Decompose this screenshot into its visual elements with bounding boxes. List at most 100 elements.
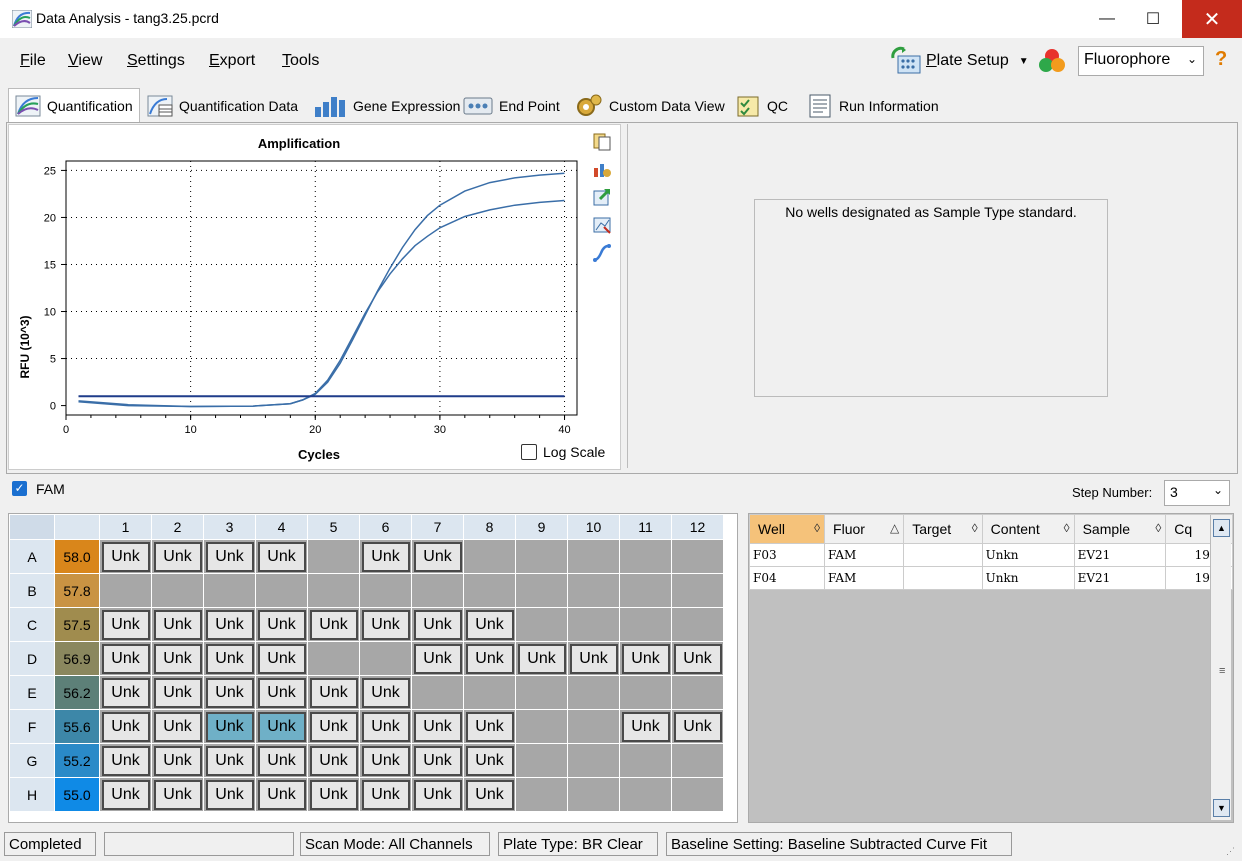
plate-well[interactable]: Unk bbox=[255, 539, 308, 574]
plate-well[interactable]: Unk bbox=[307, 607, 360, 642]
plate-well[interactable] bbox=[411, 675, 464, 710]
plate-well[interactable]: Unk bbox=[255, 675, 308, 710]
curve-icon[interactable] bbox=[592, 243, 612, 263]
plate-well[interactable]: Unk bbox=[151, 743, 204, 778]
plate-well[interactable]: Unk bbox=[151, 777, 204, 812]
plate-well[interactable]: Unk bbox=[411, 777, 464, 812]
plate-well[interactable]: Unk bbox=[411, 709, 464, 744]
menu-view[interactable]: View bbox=[68, 52, 102, 70]
plate-well[interactable]: Unk bbox=[99, 607, 152, 642]
plate-well[interactable] bbox=[307, 573, 360, 608]
plate-well[interactable]: Unk bbox=[151, 709, 204, 744]
plate-well[interactable]: Unk bbox=[99, 539, 152, 574]
plate-well[interactable]: Unk bbox=[203, 709, 256, 744]
sort-icon[interactable]: ◊ bbox=[972, 521, 978, 535]
plate-well[interactable] bbox=[307, 539, 360, 574]
plate-well[interactable]: Unk bbox=[255, 607, 308, 642]
zoom-chart-icon[interactable] bbox=[592, 215, 612, 235]
plate-well[interactable]: Unk bbox=[671, 709, 724, 744]
plate-well[interactable]: Unk bbox=[411, 641, 464, 676]
tab-quantification[interactable]: Quantification bbox=[8, 88, 140, 123]
tab-qc[interactable]: QC bbox=[728, 88, 795, 123]
plate-col-header[interactable]: 10 bbox=[567, 514, 620, 540]
plate-well[interactable]: Unk bbox=[99, 641, 152, 676]
export-chart-icon[interactable] bbox=[592, 187, 612, 207]
amplification-chart[interactable]: Amplification Cycles RFU (10^3) 0 10 20 30 4… bbox=[9, 125, 620, 469]
scroll-grip-icon[interactable]: ≡ bbox=[1219, 665, 1225, 677]
column-header-sample[interactable]: Sample ◊ bbox=[1073, 514, 1167, 544]
plate-well[interactable]: Unk bbox=[255, 777, 308, 812]
plate-well[interactable]: Unk bbox=[359, 777, 412, 812]
plate-well[interactable]: Unk bbox=[151, 675, 204, 710]
menu-file[interactable]: File bbox=[20, 52, 46, 70]
plate-well[interactable]: Unk bbox=[99, 709, 152, 744]
plate-well[interactable] bbox=[463, 675, 516, 710]
plate-col-header[interactable]: 2 bbox=[151, 514, 204, 540]
plate-well[interactable] bbox=[515, 573, 568, 608]
plate-well[interactable] bbox=[515, 743, 568, 778]
plate-well[interactable]: Unk bbox=[463, 641, 516, 676]
tab-quantification-data[interactable]: Quantification Data bbox=[140, 88, 305, 123]
plate-col-header[interactable]: 1 bbox=[99, 514, 152, 540]
plate-well[interactable]: Unk bbox=[463, 777, 516, 812]
plate-well[interactable] bbox=[619, 675, 672, 710]
plate-well[interactable]: Unk bbox=[671, 641, 724, 676]
plate-well[interactable] bbox=[515, 607, 568, 642]
plate-well[interactable] bbox=[619, 777, 672, 812]
plate-well[interactable]: Unk bbox=[411, 539, 464, 574]
plate-well[interactable]: Unk bbox=[99, 743, 152, 778]
plate-well[interactable] bbox=[515, 709, 568, 744]
plate-well[interactable] bbox=[99, 573, 152, 608]
plate-well[interactable] bbox=[567, 675, 620, 710]
plate-well[interactable] bbox=[255, 573, 308, 608]
table-row[interactable]: F03FAMUnknEV2119.35 bbox=[748, 543, 1233, 567]
plate-corner[interactable] bbox=[9, 514, 55, 540]
table-row[interactable]: F04FAMUnknEV2119.22 bbox=[748, 566, 1233, 590]
plate-well[interactable]: Unk bbox=[307, 675, 360, 710]
plate-well[interactable]: Unk bbox=[151, 607, 204, 642]
plate-well[interactable]: Unk bbox=[463, 709, 516, 744]
copy-icon[interactable] bbox=[592, 131, 612, 151]
step-number-select[interactable]: 3 ⌄ bbox=[1164, 480, 1230, 506]
plate-well[interactable] bbox=[567, 607, 620, 642]
plate-col-header[interactable]: 5 bbox=[307, 514, 360, 540]
plate-well[interactable] bbox=[463, 573, 516, 608]
resize-grip-icon[interactable]: ⋰ bbox=[1226, 846, 1235, 857]
plate-well[interactable]: Unk bbox=[359, 709, 412, 744]
plate-col-header[interactable]: 3 bbox=[203, 514, 256, 540]
plate-well[interactable] bbox=[619, 573, 672, 608]
plate-well[interactable] bbox=[463, 539, 516, 574]
plate-well[interactable]: Unk bbox=[307, 743, 360, 778]
log-scale-toggle[interactable]: Log Scale bbox=[521, 444, 605, 460]
menu-tools[interactable]: Tools bbox=[282, 52, 319, 70]
plate-well[interactable]: Unk bbox=[255, 709, 308, 744]
plate-well[interactable]: Unk bbox=[255, 641, 308, 676]
plate-row-header[interactable]: H bbox=[9, 777, 55, 812]
plate-well[interactable]: Unk bbox=[463, 743, 516, 778]
tab-gene-expression[interactable]: Gene Expression bbox=[306, 88, 467, 123]
plate-row-header[interactable]: B bbox=[9, 573, 55, 608]
plate-well[interactable]: Unk bbox=[203, 743, 256, 778]
plate-well[interactable]: Unk bbox=[411, 743, 464, 778]
plate-well[interactable]: Unk bbox=[359, 675, 412, 710]
plate-well[interactable] bbox=[671, 675, 724, 710]
maximize-button[interactable]: ☐ bbox=[1130, 0, 1176, 38]
plate-well[interactable] bbox=[411, 573, 464, 608]
plate-col-header[interactable]: 7 bbox=[411, 514, 464, 540]
plate-well[interactable]: Unk bbox=[567, 641, 620, 676]
plate-well[interactable] bbox=[567, 573, 620, 608]
plate-well[interactable] bbox=[359, 641, 412, 676]
plate-well[interactable] bbox=[359, 573, 412, 608]
menu-export[interactable]: Export bbox=[209, 52, 255, 70]
plate-row-header[interactable]: G bbox=[9, 743, 55, 778]
plate-setup-button[interactable]: Plate Setup ▼ bbox=[890, 44, 1029, 78]
close-button[interactable]: ✕ bbox=[1182, 0, 1242, 38]
plate-col-header[interactable]: 11 bbox=[619, 514, 672, 540]
column-header-fluor[interactable]: Fluor △ bbox=[824, 514, 905, 544]
chart-settings-icon[interactable] bbox=[592, 159, 612, 179]
plate-well[interactable] bbox=[515, 675, 568, 710]
plate-well[interactable]: Unk bbox=[151, 641, 204, 676]
plate-well[interactable] bbox=[619, 539, 672, 574]
plate-col-header[interactable]: 8 bbox=[463, 514, 516, 540]
vertical-scrollbar[interactable]: ▲ ≡ ▼ bbox=[1210, 515, 1231, 820]
